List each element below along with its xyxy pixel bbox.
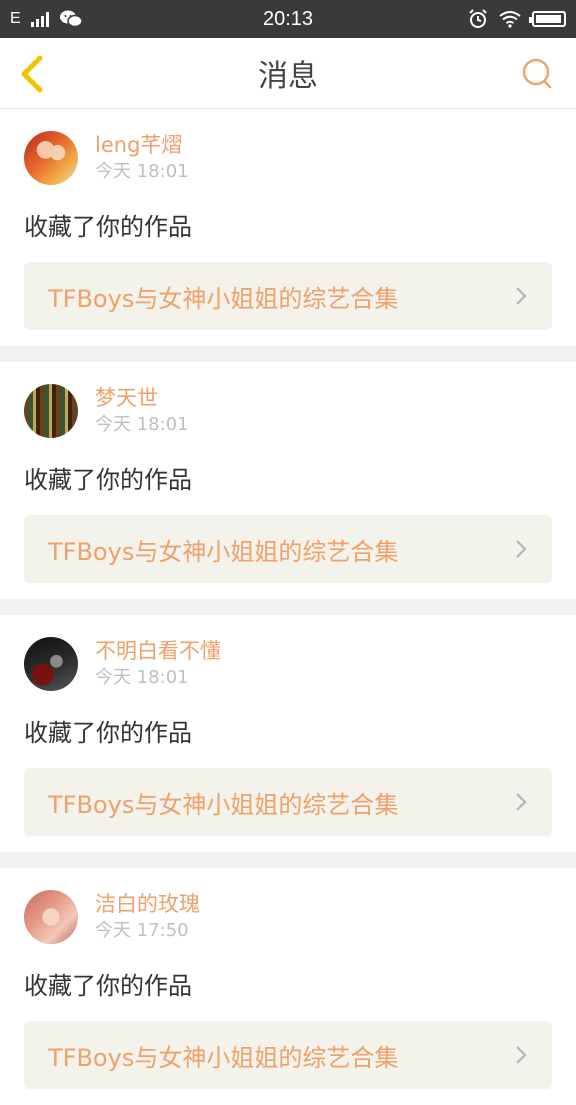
action-text: 收藏了你的作品 [24,972,192,1000]
search-icon[interactable] [520,56,554,90]
avatar[interactable] [24,890,78,944]
battery-icon [529,11,566,27]
battery-level [536,15,561,23]
alarm-icon [469,9,487,28]
message-time: 今天 18:01 [95,667,189,688]
work-title: TFBoys与女神小姐姐的综艺合集 [48,537,399,566]
sender-info: 不明白看不懂 今天 18:01 [95,638,221,690]
message-card: 洁白的玫瑰 今天 17:50 收藏了你的作品 TFBoys与女神小姐姐的综艺合集 [0,868,576,1105]
message-card: 梦天世 今天 18:01 收藏了你的作品 TFBoys与女神小姐姐的综艺合集 [0,362,576,599]
status-left: E [10,9,83,29]
message-list: leng芊熠 今天 18:01 收藏了你的作品 TFBoys与女神小姐姐的综艺合… [0,109,576,1105]
action-text: 收藏了你的作品 [24,466,192,494]
message-header: leng芊熠 今天 18:01 [24,131,552,185]
user-name[interactable]: 不明白看不懂 [95,638,221,664]
message-card: 不明白看不懂 今天 18:01 收藏了你的作品 TFBoys与女神小姐姐的综艺合… [0,615,576,852]
message-time: 今天 17:50 [95,920,189,941]
wifi-icon [499,11,521,28]
sender-info: 洁白的玫瑰 今天 17:50 [95,891,200,943]
message-card: leng芊熠 今天 18:01 收藏了你的作品 TFBoys与女神小姐姐的综艺合… [0,109,576,346]
chevron-right-icon [516,793,527,811]
message-header: 洁白的玫瑰 今天 17:50 [24,890,552,944]
message-header: 不明白看不懂 今天 18:01 [24,637,552,691]
back-arrow-icon[interactable] [16,54,48,94]
work-link[interactable]: TFBoys与女神小姐姐的综艺合集 [24,1021,552,1089]
avatar[interactable] [24,384,78,438]
signal-icon [30,11,49,27]
message-time: 今天 18:01 [95,414,189,435]
status-right [468,9,566,29]
chevron-right-icon [516,287,527,305]
chevron-right-icon [516,1046,527,1064]
status-bar: E 20:13 [0,0,576,38]
user-name[interactable]: 梦天世 [95,385,189,411]
wechat-icon [59,10,83,28]
work-link[interactable]: TFBoys与女神小姐姐的综艺合集 [24,768,552,836]
work-title: TFBoys与女神小姐姐的综艺合集 [48,284,399,313]
action-text: 收藏了你的作品 [24,719,192,747]
work-title: TFBoys与女神小姐姐的综艺合集 [48,790,399,819]
user-name[interactable]: 洁白的玫瑰 [95,891,200,917]
chevron-right-icon [516,540,527,558]
message-time: 今天 18:01 [95,161,189,182]
action-text: 收藏了你的作品 [24,213,192,241]
work-link[interactable]: TFBoys与女神小姐姐的综艺合集 [24,262,552,330]
sender-info: 梦天世 今天 18:01 [95,385,189,437]
user-name[interactable]: leng芊熠 [95,132,189,158]
network-type: E [10,10,21,27]
sender-info: leng芊熠 今天 18:01 [95,132,189,184]
page-title: 消息 [258,59,318,94]
avatar[interactable] [24,637,78,691]
work-title: TFBoys与女神小姐姐的综艺合集 [48,1043,399,1072]
message-header: 梦天世 今天 18:01 [24,384,552,438]
avatar[interactable] [24,131,78,185]
top-nav: 消息 [0,38,576,109]
work-link[interactable]: TFBoys与女神小姐姐的综艺合集 [24,515,552,583]
